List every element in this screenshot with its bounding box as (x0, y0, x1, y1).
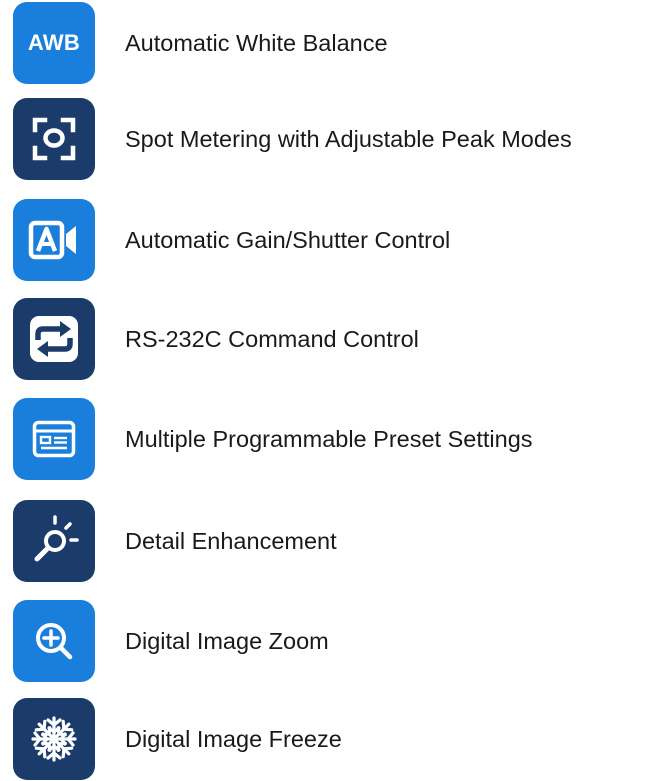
gain-shutter-tile (13, 199, 95, 281)
gain-shutter-icon (28, 220, 76, 260)
preset-settings-tile (13, 398, 95, 480)
awb-tile: AWB (13, 2, 95, 84)
feature-label: Multiple Programmable Preset Settings (125, 425, 533, 452)
feature-item-zoom: Digital Image Zoom (13, 600, 663, 682)
preset-settings-icon (32, 420, 76, 458)
detail-enhancement-tile (13, 500, 95, 582)
command-control-icon (30, 316, 78, 362)
feature-label: Digital Image Zoom (125, 627, 329, 654)
feature-item-freeze: Digital Image Freeze (13, 698, 663, 780)
feature-label: Digital Image Freeze (125, 725, 342, 752)
spot-metering-icon (32, 117, 76, 161)
feature-label: RS-232C Command Control (125, 325, 419, 352)
feature-label: Detail Enhancement (125, 527, 337, 554)
zoom-icon (36, 623, 73, 660)
feature-item-command-control: RS-232C Command Control (13, 298, 663, 380)
feature-item-gain-shutter: Automatic Gain/Shutter Control (13, 199, 663, 281)
detail-enhancement-icon (34, 515, 79, 562)
command-control-tile (13, 298, 95, 380)
feature-item-detail-enhancement: Detail Enhancement (13, 500, 663, 582)
feature-label: Automatic Gain/Shutter Control (125, 226, 451, 253)
feature-label: Automatic White Balance (125, 29, 388, 56)
spot-metering-tile (13, 98, 95, 180)
feature-item-preset-settings: Multiple Programmable Preset Settings (13, 398, 663, 480)
feature-label: Spot Metering with Adjustable Peak Modes (125, 125, 572, 152)
awb-icon: AWB (27, 30, 81, 55)
freeze-tile (13, 698, 95, 780)
feature-item-awb: AWB Automatic White Balance (13, 2, 663, 84)
feature-item-spot-metering: Spot Metering with Adjustable Peak Modes (13, 98, 663, 180)
zoom-tile (13, 600, 95, 682)
freeze-icon (31, 716, 77, 762)
